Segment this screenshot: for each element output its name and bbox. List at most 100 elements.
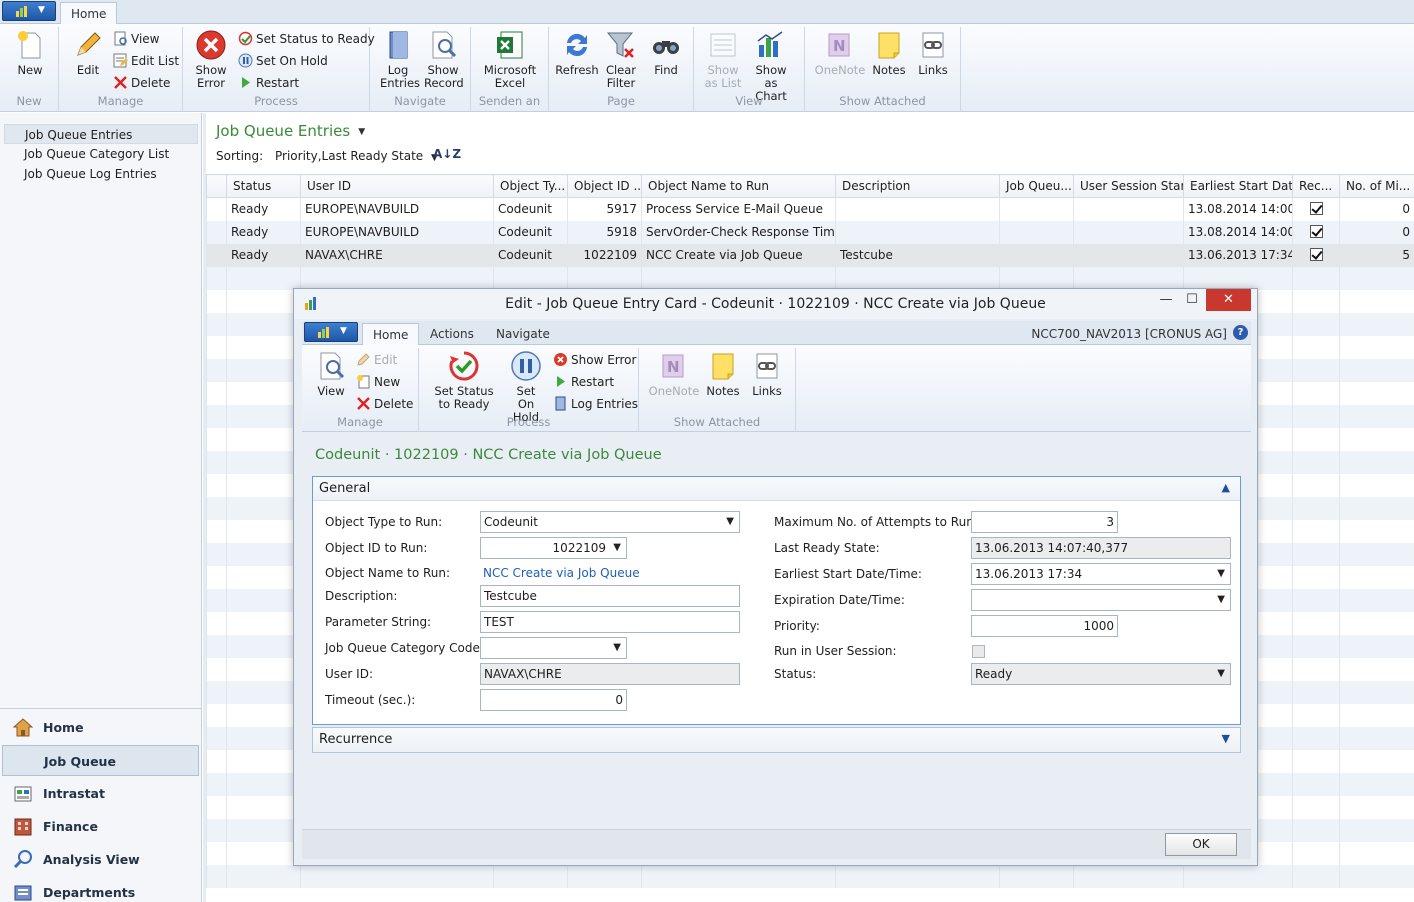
column-header-object-id[interactable]: Object ID ...	[567, 174, 642, 198]
view-button[interactable]: View	[310, 350, 352, 398]
cell-user-id[interactable]: EUROPE\NAVBUILD	[300, 220, 494, 244]
new-button[interactable]: New	[8, 29, 52, 77]
refresh-button[interactable]: Refresh	[555, 29, 599, 77]
column-header-description[interactable]: Description	[835, 174, 1000, 198]
cell-category[interactable]	[999, 220, 1074, 244]
tab-actions[interactable]: Actions	[420, 323, 484, 345]
show-as-list-button[interactable]: Show as List	[702, 29, 744, 90]
object-type-dropdown[interactable]: Codeunit ▼	[480, 511, 740, 533]
max-attempts-field[interactable]: 3	[971, 511, 1118, 533]
cell-user-session[interactable]	[1073, 220, 1184, 244]
object-name-link[interactable]: NCC Create via Job Queue	[483, 566, 640, 580]
parameter-string-field[interactable]: TEST	[480, 611, 740, 633]
new-button[interactable]: New	[356, 372, 400, 392]
cell-minutes[interactable]: 5	[1339, 243, 1414, 267]
show-error-button[interactable]: Show Error	[553, 350, 636, 370]
sort-order-icon[interactable]: A↓Z	[433, 147, 461, 161]
cell-object-id[interactable]: 5918	[567, 220, 642, 244]
run-in-user-session-checkbox[interactable]	[972, 645, 985, 658]
fasttab-general-header[interactable]: General ▲	[313, 477, 1240, 501]
cell-object-type[interactable]: Codeunit	[493, 197, 568, 221]
clear-filter-button[interactable]: Clear Filter	[601, 29, 641, 90]
row-selector[interactable]	[206, 197, 227, 221]
fasttab-recurrence-header[interactable]: Recurrence ▼	[313, 728, 1240, 752]
category-code-field[interactable]: ▼	[480, 637, 627, 659]
recurring-checkbox[interactable]	[1309, 225, 1323, 238]
log-entries-button[interactable]: Log Entries	[553, 394, 638, 414]
cell-recurring[interactable]	[1292, 197, 1340, 221]
notes-button[interactable]: Notes	[869, 29, 909, 77]
ok-button[interactable]: OK	[1165, 833, 1237, 856]
view-button[interactable]: View	[113, 29, 159, 49]
edit-list-button[interactable]: Edit List	[113, 51, 179, 71]
microsoft-excel-button[interactable]: Microsoft Excel	[477, 29, 543, 90]
nav-link-job-queue-log-entries[interactable]: Job Queue Log Entries	[4, 164, 198, 184]
links-button[interactable]: Links	[913, 29, 953, 77]
status-dropdown[interactable]: Ready ▼	[971, 663, 1231, 685]
cell-object-id[interactable]: 5917	[567, 197, 642, 221]
restart-button[interactable]: Restart	[238, 73, 299, 93]
nav-button-finance[interactable]: Finance	[2, 811, 199, 842]
column-header-category[interactable]: Job Queu...	[999, 174, 1074, 198]
cell-user-id[interactable]: NAVAX\CHRE	[300, 243, 494, 267]
find-button[interactable]: Find	[645, 29, 687, 77]
cell-earliest-start[interactable]: 13.08.2014 14:00	[1183, 220, 1293, 244]
earliest-start-field[interactable]: 13.06.2013 17:34 ▼	[971, 563, 1231, 585]
delete-button[interactable]: Delete	[356, 394, 413, 414]
column-header-user-session[interactable]: User Session Star...	[1073, 174, 1184, 198]
set-status-ready-button[interactable]: Set Status to Ready	[238, 29, 375, 49]
table-row[interactable]: Ready NAVAX\CHRE Codeunit 1022109 NCC Cr…	[206, 243, 1414, 267]
cell-status[interactable]: Ready	[226, 220, 301, 244]
table-row[interactable]: Ready EUROPE\NAVBUILD Codeunit 5917 Proc…	[206, 197, 1414, 221]
cell-minutes[interactable]: 0	[1339, 197, 1414, 221]
column-header-recurring[interactable]: Rec...	[1292, 174, 1340, 198]
nav-button-analysis-view[interactable]: Analysis View	[2, 844, 199, 875]
cell-object-type[interactable]: Codeunit	[493, 220, 568, 244]
edit-button[interactable]: Edit	[67, 29, 109, 77]
maximize-button[interactable]: ☐	[1180, 289, 1204, 311]
nav-button-departments[interactable]: Departments	[2, 877, 199, 902]
cell-description[interactable]	[835, 220, 1000, 244]
description-field[interactable]: Testcube	[480, 585, 740, 607]
cell-earliest-start[interactable]: 13.08.2014 14:00	[1183, 197, 1293, 221]
cell-object-id[interactable]: 1022109	[567, 243, 642, 267]
tab-navigate[interactable]: Navigate	[486, 323, 560, 345]
column-header-earliest-start[interactable]: Earliest Start Dat...	[1183, 174, 1293, 198]
application-menu-button[interactable]: ▼	[304, 322, 358, 342]
cell-category[interactable]	[999, 243, 1074, 267]
column-header-status[interactable]: Status	[226, 174, 301, 198]
cell-status[interactable]: Ready	[226, 197, 301, 221]
tab-home[interactable]: Home	[362, 323, 420, 346]
cell-minutes[interactable]: 0	[1339, 220, 1414, 244]
cell-earliest-start[interactable]: 13.06.2013 17:34	[1183, 243, 1293, 267]
cell-recurring[interactable]	[1292, 220, 1340, 244]
cell-category[interactable]	[999, 197, 1074, 221]
delete-button[interactable]: Delete	[113, 73, 170, 93]
cell-user-session[interactable]	[1073, 197, 1184, 221]
recurring-checkbox[interactable]	[1309, 202, 1323, 216]
log-entries-button[interactable]: Log Entries	[378, 29, 420, 90]
show-as-chart-button[interactable]: Show as Chart	[747, 29, 795, 103]
help-icon[interactable]: ?	[1233, 325, 1248, 340]
minimize-button[interactable]: —	[1154, 289, 1178, 311]
cell-object-type[interactable]: Codeunit	[493, 243, 568, 267]
cell-recurring[interactable]	[1292, 243, 1340, 267]
set-status-ready-button[interactable]: Set Status to Ready	[425, 350, 503, 411]
table-row[interactable]: Ready EUROPE\NAVBUILD Codeunit 5918 Serv…	[206, 220, 1414, 244]
set-on-hold-button[interactable]: Set On Hold	[238, 51, 328, 71]
row-selector[interactable]	[206, 243, 227, 267]
column-header-user-id[interactable]: User ID	[300, 174, 494, 198]
cell-object-name[interactable]: ServOrder-Check Response Time	[641, 220, 836, 244]
set-on-hold-button[interactable]: Set On Hold	[505, 350, 547, 424]
column-header-object-type[interactable]: Object Ty...	[493, 174, 568, 198]
cell-description[interactable]: Testcube	[835, 243, 1000, 267]
timeout-field[interactable]: 0	[480, 689, 627, 711]
object-id-field[interactable]: 1022109 ▼	[480, 537, 627, 559]
nav-link-job-queue-entries[interactable]: Job Queue Entries	[4, 124, 198, 144]
cell-status[interactable]: Ready	[226, 243, 301, 267]
dialog-title-bar[interactable]: Edit - Job Queue Entry Card - Codeunit ·…	[294, 289, 1257, 319]
links-button[interactable]: Links	[747, 350, 787, 398]
cell-object-name[interactable]: Process Service E-Mail Queue	[641, 197, 836, 221]
tab-home[interactable]: Home	[60, 2, 118, 25]
recurring-checkbox[interactable]	[1309, 248, 1323, 261]
